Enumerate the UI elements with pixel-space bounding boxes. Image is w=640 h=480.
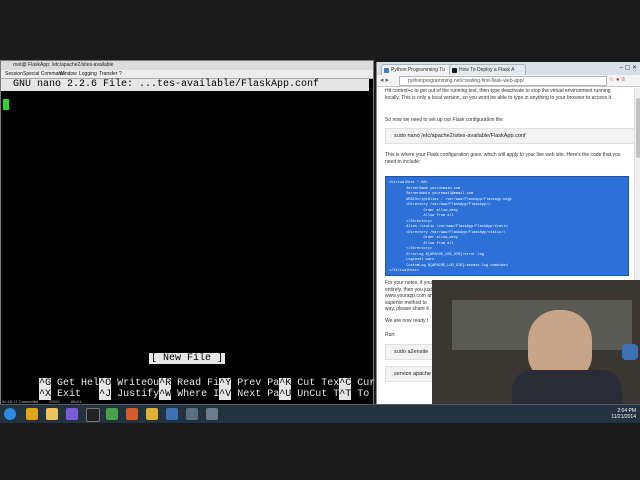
shortcut-key: ^U: [279, 389, 292, 400]
chrome-icon[interactable]: [26, 408, 38, 420]
putty-icon[interactable]: [186, 408, 198, 420]
shortcut-key: ^J: [99, 389, 112, 400]
terminal-app-icon[interactable]: [106, 408, 118, 420]
back-forward-icon[interactable]: ◂ ▸: [380, 76, 389, 84]
python-icon[interactable]: [166, 408, 178, 420]
shortcut-label-justify: Justify: [117, 389, 160, 400]
tab-favicon-icon: [452, 68, 457, 73]
terminal-area[interactable]: GNU nano 2.2.6 File: ...tes-available/Fl…: [1, 79, 405, 403]
paragraph-setup-config: So now we need to set up our Flask confi…: [385, 117, 504, 123]
menu-logging[interactable]: Logging: [79, 71, 97, 77]
menu-window[interactable]: Window: [59, 71, 77, 77]
system-clock[interactable]: 2:04 PM 11/21/2014: [611, 408, 636, 420]
shortcut-key: ^V: [219, 389, 232, 400]
paragraph-control-c: Hit control+c to get out of the running …: [385, 88, 613, 101]
shortcut-label-uncut-text: UnCut T: [297, 389, 340, 400]
ssh-menu-bar: Session Special Command Window Logging T…: [1, 70, 373, 79]
nano-header-bar: GNU nano 2.2.6 File: ...tes-available/Fl…: [1, 79, 369, 91]
extension-icons[interactable]: ☆ ● ≡: [609, 76, 625, 83]
scrollbar-thumb[interactable]: [636, 98, 640, 158]
menu-special-command[interactable]: Special Command: [23, 71, 64, 77]
shortcut-label-where-is: Where I: [177, 389, 220, 400]
browser-tab-bar: Python Programming Tu How To Deploy a Fl…: [377, 62, 640, 76]
paragraph-config-goes: This is where your Flask configuration g…: [385, 152, 621, 165]
command-block-nano: sudo nano /etc/apache2/sites-available/F…: [385, 128, 635, 144]
cmd-icon[interactable]: [86, 408, 100, 422]
python-logo-icon: [622, 344, 638, 360]
shortcut-key: ^W: [159, 389, 172, 400]
tab-favicon-icon: [384, 68, 389, 73]
ssh-window-titlebar[interactable]: root@ FlaskApp: /etc/apache2/sites-avail…: [1, 61, 373, 70]
window-controls-icon[interactable]: – ▢ ✕: [620, 64, 637, 71]
folder-icon[interactable]: [46, 408, 58, 420]
ssh-terminal-window[interactable]: root@ FlaskApp: /etc/apache2/sites-avail…: [0, 60, 405, 408]
chrome-icon-2[interactable]: [146, 408, 158, 420]
ssh-window-title: root@ FlaskApp: /etc/apache2/sites-avail…: [13, 62, 114, 68]
command-block-service: service apache: [385, 366, 433, 382]
firefox-icon[interactable]: [126, 408, 138, 420]
menu-transfer[interactable]: Transfer: [99, 71, 117, 77]
window-icon[interactable]: [206, 408, 218, 420]
address-bar[interactable]: pythonprogramming.net/creating-first-fla…: [399, 76, 607, 86]
shortcut-key: ^T: [339, 389, 352, 400]
tab-label: Python Programming Tu: [391, 67, 445, 73]
command-block-a2ensite: sudo a2ensite: [385, 344, 433, 360]
text-cursor: [3, 99, 9, 110]
tab-label: How To Deploy a Flask A: [459, 67, 515, 73]
media-icon[interactable]: [66, 408, 78, 420]
code-line: </VirtualHost>: [389, 269, 420, 273]
menu-session[interactable]: Session: [5, 71, 23, 77]
clock-date: 11/21/2014: [611, 414, 636, 420]
menu-help[interactable]: ?: [119, 71, 122, 77]
shortcut-label-next-page: Next Pa: [237, 389, 280, 400]
start-icon[interactable]: [4, 408, 16, 420]
nano-status-new-file: [ New File ]: [149, 353, 226, 364]
webcam-overlay: [432, 280, 640, 410]
browser-toolbar: ◂ ▸ pythonprogramming.net/creating-first…: [377, 75, 640, 87]
taskbar: 2:04 PM 11/21/2014: [0, 404, 640, 423]
code-block-selected[interactable]: <VirtualHost *:80> ServerName yourdomain…: [385, 176, 629, 276]
